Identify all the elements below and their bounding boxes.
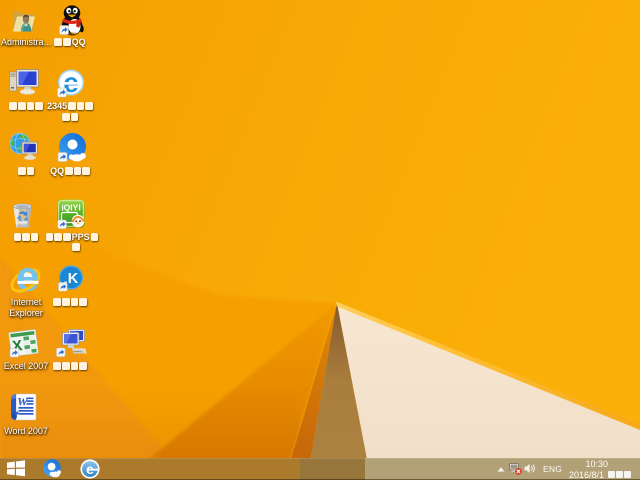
svg-text:K: K [68, 271, 79, 287]
svg-text:iQIYI: iQIYI [61, 203, 80, 213]
